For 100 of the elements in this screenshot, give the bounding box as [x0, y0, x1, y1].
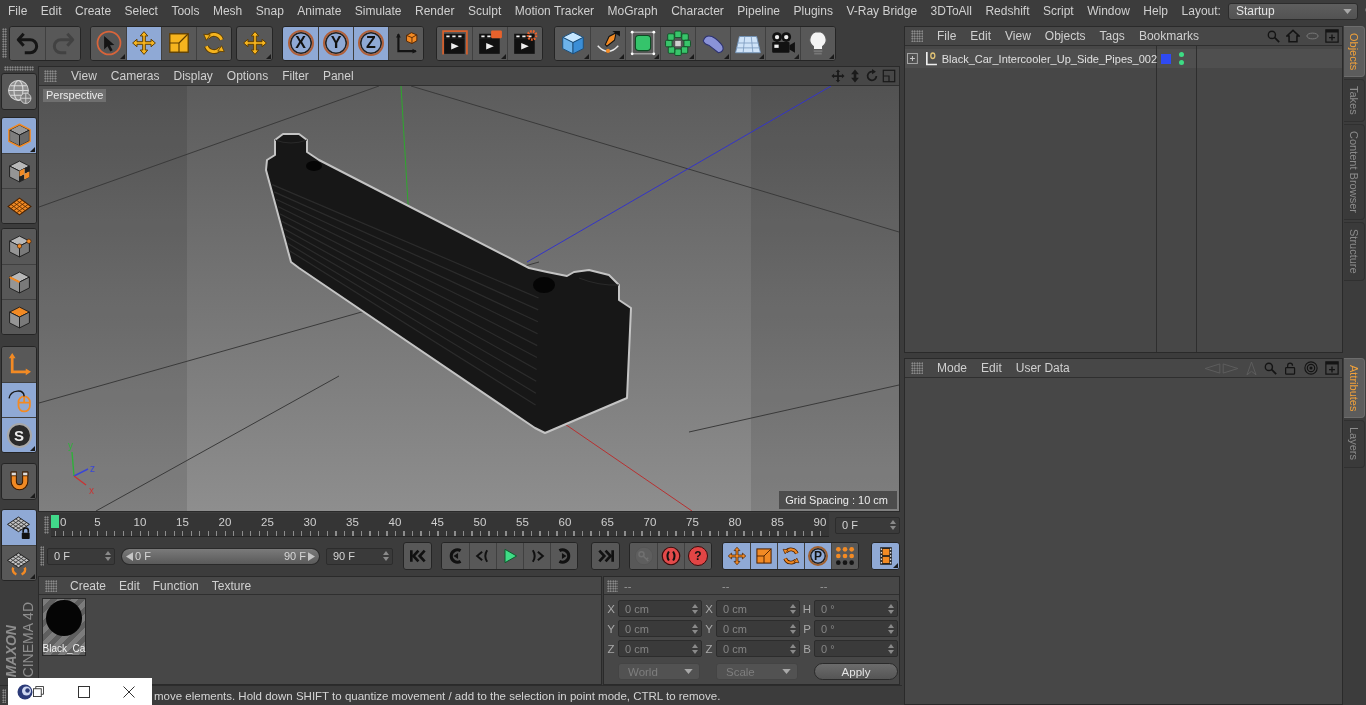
- menu-item[interactable]: Plugins: [793, 3, 833, 19]
- snap-button[interactable]: S: [2, 417, 36, 452]
- target-icon[interactable]: [1304, 361, 1318, 375]
- grip-handle-icon[interactable]: [607, 579, 618, 592]
- key-rotation-button[interactable]: [777, 543, 804, 569]
- pen-button[interactable]: [590, 26, 625, 60]
- key-parameter-button[interactable]: P: [804, 543, 831, 569]
- right-triangle-icon[interactable]: [308, 551, 315, 561]
- menu-item[interactable]: Mode: [937, 361, 968, 375]
- menu-item[interactable]: Tags: [1099, 29, 1125, 43]
- menu-item[interactable]: Texture: [211, 578, 252, 593]
- key-pla-button[interactable]: [831, 543, 858, 569]
- menu-item[interactable]: Mesh: [212, 3, 243, 19]
- visibility-dot-icon[interactable]: [1179, 52, 1184, 57]
- grip-handle-icon[interactable]: [44, 516, 49, 534]
- spinner-arrows-icon[interactable]: [692, 623, 698, 634]
- side-tab[interactable]: Takes: [1344, 79, 1365, 123]
- layout-dropdown[interactable]: Startup: [1227, 2, 1358, 20]
- bend-button[interactable]: [695, 26, 730, 60]
- cube-button[interactable]: [555, 26, 590, 60]
- menu-item[interactable]: View: [71, 69, 97, 83]
- axis-lock-button[interactable]: X: [283, 26, 318, 60]
- make-editable-button[interactable]: [1, 73, 37, 110]
- workplane-button[interactable]: [2, 188, 36, 223]
- model-button[interactable]: [2, 118, 36, 153]
- light-button[interactable]: [800, 26, 835, 60]
- menu-item[interactable]: Bookmarks: [1138, 29, 1199, 43]
- menu-item[interactable]: 3DToAll: [930, 3, 972, 19]
- autokey-button[interactable]: [657, 543, 684, 569]
- key-scale-button[interactable]: [750, 543, 777, 569]
- expand-toggle-icon[interactable]: [907, 53, 918, 64]
- coordinate-field[interactable]: 0 cm: [618, 600, 702, 617]
- menu-item[interactable]: Pipeline: [737, 3, 781, 19]
- new-window-icon[interactable]: [1325, 361, 1339, 375]
- grip-handle-icon[interactable]: [44, 70, 57, 82]
- menu-item[interactable]: Render: [415, 3, 455, 19]
- coordinate-field[interactable]: 0 cm: [716, 600, 800, 617]
- side-tab[interactable]: Content Browser: [1344, 124, 1365, 220]
- close-icon[interactable]: [123, 685, 135, 698]
- menu-item[interactable]: Window: [1087, 3, 1130, 19]
- left-triangle-icon[interactable]: [126, 551, 133, 561]
- unlocked-padlock-icon[interactable]: [1284, 361, 1297, 375]
- cloner-button[interactable]: [660, 26, 695, 60]
- key-position-button[interactable]: [723, 543, 750, 569]
- menu-item[interactable]: Edit: [970, 29, 992, 43]
- workplane-align-button[interactable]: [2, 545, 36, 580]
- menu-item[interactable]: Redshift: [985, 3, 1030, 19]
- side-tab[interactable]: Layers: [1344, 420, 1365, 468]
- magnet-button[interactable]: [1, 463, 37, 500]
- start-frame-field[interactable]: 0 F: [47, 547, 115, 565]
- spinner-arrows-icon[interactable]: [890, 520, 896, 530]
- menu-item[interactable]: Create: [75, 3, 112, 19]
- grip-handle-icon[interactable]: [4, 66, 34, 71]
- home-icon[interactable]: [1286, 29, 1300, 43]
- grip-handle-icon[interactable]: [2, 688, 6, 703]
- spinner-arrows-icon[interactable]: [888, 603, 894, 614]
- rotate-button[interactable]: [196, 26, 231, 60]
- menu-item[interactable]: Animate: [297, 3, 342, 19]
- workplane-lock-button[interactable]: [2, 510, 36, 545]
- spinner-arrows-icon[interactable]: [790, 643, 796, 654]
- side-tab[interactable]: Attributes: [1344, 358, 1365, 419]
- next-key-button[interactable]: [550, 543, 577, 569]
- axis-lock-button[interactable]: Y: [318, 26, 353, 60]
- coordinate-field[interactable]: 0 cm: [716, 620, 800, 637]
- menu-item[interactable]: Create: [70, 578, 107, 593]
- menu-item[interactable]: User Data: [1015, 361, 1070, 375]
- menu-item[interactable]: File: [937, 29, 957, 43]
- spinner-arrows-icon[interactable]: [790, 603, 796, 614]
- spinner-arrows-icon[interactable]: [692, 603, 698, 614]
- menu-item[interactable]: Sculpt: [467, 3, 502, 19]
- menu-item[interactable]: File: [8, 3, 28, 19]
- coordinate-field[interactable]: 0 cm: [716, 640, 800, 657]
- tweak-button[interactable]: [2, 382, 36, 417]
- menu-item[interactable]: Simulate: [354, 3, 402, 19]
- visibility-dot-icon[interactable]: [1179, 60, 1184, 65]
- side-tab[interactable]: Objects: [1344, 26, 1365, 78]
- spinner-arrows-icon[interactable]: [790, 623, 796, 634]
- key-help-button[interactable]: ?: [684, 543, 711, 569]
- spinner-arrows-icon[interactable]: [383, 551, 389, 561]
- menu-item[interactable]: Display: [173, 69, 213, 83]
- menu-item[interactable]: Select: [124, 3, 158, 19]
- menu-item[interactable]: Motion Tracker: [514, 3, 595, 19]
- rotate-arrow-icon[interactable]: [865, 69, 879, 83]
- coordinate-field[interactable]: 0 cm: [618, 620, 702, 637]
- move-button[interactable]: [126, 26, 161, 60]
- grip-handle-icon[interactable]: [40, 546, 44, 566]
- coordinate-field[interactable]: 0 °: [814, 620, 898, 637]
- spinner-arrows-icon[interactable]: [888, 623, 894, 634]
- go-end-button[interactable]: [591, 542, 620, 570]
- apply-button[interactable]: Apply: [814, 663, 898, 680]
- menu-item[interactable]: Tools: [171, 3, 200, 19]
- menu-item[interactable]: Filter: [282, 69, 309, 83]
- menu-item[interactable]: Snap: [255, 3, 284, 19]
- object-row[interactable]: Black_Car_Intercooler_Up_Side_Pipes_002: [905, 49, 1342, 68]
- coordinate-field[interactable]: 0 cm: [618, 640, 702, 657]
- spinner-arrows-icon[interactable]: [105, 551, 111, 561]
- menu-item[interactable]: Options: [226, 69, 269, 83]
- timeline-ruler[interactable]: 0 5 10 15 20 25 30 35 40 45 50 55 60 65 70 75 80 85 90: [51, 513, 829, 537]
- ellipse-icon[interactable]: [1306, 32, 1319, 40]
- menu-item[interactable]: Function: [152, 578, 199, 593]
